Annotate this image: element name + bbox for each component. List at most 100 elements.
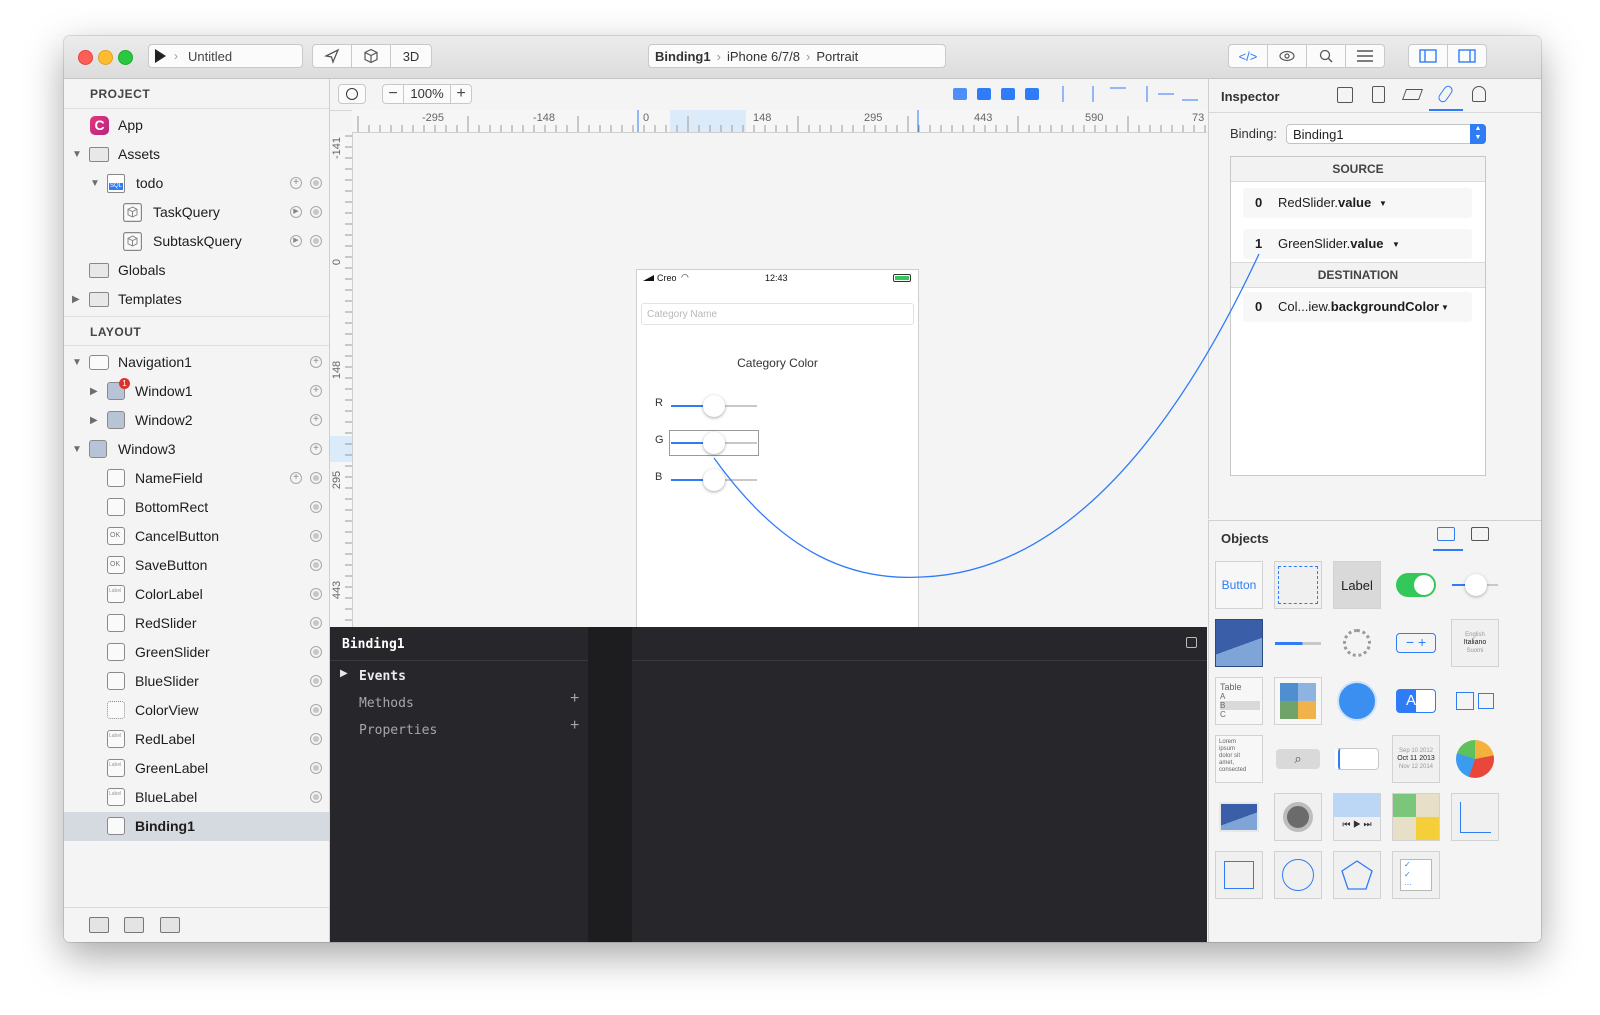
code-view-button[interactable]: </> [1228,44,1268,68]
dropdown-arrow-icon[interactable]: ▼ [1379,189,1387,219]
disclosure-open-icon[interactable]: ▼ [72,140,82,169]
align-center-v-icon[interactable] [1158,93,1174,107]
layout-item-redlabel[interactable]: Label RedLabel [64,725,329,754]
layout-item-window2[interactable]: ▶ Window2 + [64,406,329,435]
layout-item-redslider[interactable]: RedSlider [64,609,329,638]
events-item[interactable]: Events [359,669,406,684]
close-window-button[interactable] [78,50,93,65]
add-icon[interactable]: + [290,472,302,484]
view-3d-button[interactable]: 3D [390,44,432,68]
layout-item-blueslider[interactable]: BlueSlider [64,667,329,696]
object-circle[interactable] [1274,851,1322,899]
layout-item-savebutton[interactable]: OK SaveButton [64,551,329,580]
object-collection[interactable] [1274,677,1322,725]
add-property-button[interactable]: + [570,717,579,735]
disclosure-open-icon[interactable]: ▼ [72,435,82,464]
layout-item-namefield[interactable]: NameField + [64,464,329,493]
target-icon[interactable] [310,206,322,218]
dropdown-arrow-icon[interactable]: ▼ [1441,293,1449,323]
target-icon[interactable] [310,791,322,803]
object-label[interactable]: Label [1333,561,1381,609]
target-icon[interactable] [310,733,322,745]
toggle-right-panel-button[interactable] [1447,44,1487,68]
slider-thumb[interactable] [703,469,725,491]
project-item-assets[interactable]: ▼ Assets [64,140,329,169]
align-center-h-icon[interactable] [1092,86,1106,102]
dropdown-arrow-icon[interactable]: ▼ [1392,230,1400,260]
target-icon[interactable] [310,617,322,629]
object-button[interactable]: Button [1215,561,1263,609]
wrench-tab-icon[interactable] [1471,527,1489,541]
align-right-icon[interactable] [1134,86,1148,102]
layout-item-bluelabel[interactable]: Label BlueLabel [64,783,329,812]
phone-preview[interactable]: Creo ◠ 12:43 Category Name Category Colo… [636,269,919,627]
layout-item-colorview[interactable]: ColorView [64,696,329,725]
project-item-subtaskquery[interactable]: SubtaskQuery ▶ [64,227,329,256]
list-button[interactable] [1345,44,1385,68]
destination-row[interactable]: 0 Col...iew.backgroundColor ▼ [1243,292,1472,322]
add-icon[interactable]: + [290,177,302,189]
target-icon[interactable] [310,588,322,600]
target-icon[interactable] [310,501,322,513]
layout-inspector-icon[interactable] [1337,87,1353,103]
design-canvas[interactable]: − 100% + -295 -148 0 148 295 443 590 73 … [330,79,1207,627]
source-row[interactable]: 0 RedSlider.value ▼ [1243,188,1472,218]
arrange-forward-icon[interactable] [1001,88,1015,100]
target-icon[interactable] [310,177,322,189]
slider-thumb[interactable] [703,395,725,417]
target-icon[interactable] [310,704,322,716]
preview-button[interactable] [1267,44,1307,68]
add-asset-icon[interactable] [160,917,180,933]
object-chart[interactable] [1451,735,1499,783]
target-icon[interactable] [310,235,322,247]
object-table[interactable]: Table A B C [1215,677,1263,725]
object-stepper[interactable]: − + [1392,619,1440,667]
scheme-selector[interactable]: › Untitled [148,44,303,68]
layers-icon[interactable] [1401,89,1424,100]
add-component-icon[interactable] [124,917,144,933]
target-icon[interactable] [310,559,322,571]
project-item-globals[interactable]: Globals [64,256,329,285]
target-icon[interactable] [310,675,322,687]
layout-item-greenlabel[interactable]: Label GreenLabel [64,754,329,783]
object-web-view[interactable] [1333,677,1381,725]
target-icon[interactable] [310,472,322,484]
fingerprint-icon[interactable] [1472,86,1486,102]
run-query-icon[interactable]: ▶ [290,206,302,218]
breadcrumb-item[interactable]: Binding1 [655,49,711,64]
object-segmented[interactable]: AB [1392,677,1440,725]
layout-item-binding1[interactable]: Binding1 [64,812,329,841]
layout-item-bottomrect[interactable]: BottomRect [64,493,329,522]
binding-select[interactable]: Binding1 ▲ ▼ [1286,124,1486,144]
arrange-backward-icon[interactable] [977,88,991,100]
object-text-field[interactable] [1333,735,1381,783]
components-tab-icon[interactable] [1437,527,1455,541]
layout-item-colorlabel[interactable]: Label ColorLabel [64,580,329,609]
add-icon[interactable]: + [310,356,322,368]
source-row[interactable]: 1 GreenSlider.value ▼ [1243,229,1472,259]
object-search-bar[interactable]: ⌕ [1274,735,1322,783]
project-item-todo[interactable]: ▼ SQL todo + [64,169,329,198]
target-icon[interactable] [310,646,322,658]
breadcrumb-item[interactable]: Portrait [816,49,858,64]
paperclip-icon[interactable] [1436,84,1455,104]
layout-item-navigation1[interactable]: ▼ Navigation1 + [64,348,329,377]
run-query-icon[interactable]: ▶ [290,235,302,247]
align-top-icon[interactable] [1110,87,1126,101]
search-button[interactable] [1306,44,1346,68]
disclosure-open-icon[interactable]: ▼ [90,169,100,198]
object-image-gallery[interactable] [1215,793,1263,841]
category-name-field[interactable]: Category Name [641,303,914,325]
object-date-picker[interactable]: Sep 10 2012 Oct 11 2013 Nov 12 2014 [1392,735,1440,783]
target-icon[interactable] [310,530,322,542]
project-item-templates[interactable]: ▶ Templates [64,285,329,314]
object-rectangle[interactable] [1215,851,1263,899]
properties-item[interactable]: Properties [359,723,437,738]
object-image[interactable] [1215,619,1263,667]
project-item-app[interactable]: C App [64,111,329,140]
object-progress[interactable] [1274,619,1322,667]
layout-item-window1[interactable]: ▶ 1 Window1 + [64,377,329,406]
minimize-window-button[interactable] [98,50,113,65]
align-bottom-icon[interactable] [1182,87,1198,101]
object-polygon[interactable] [1333,851,1381,899]
